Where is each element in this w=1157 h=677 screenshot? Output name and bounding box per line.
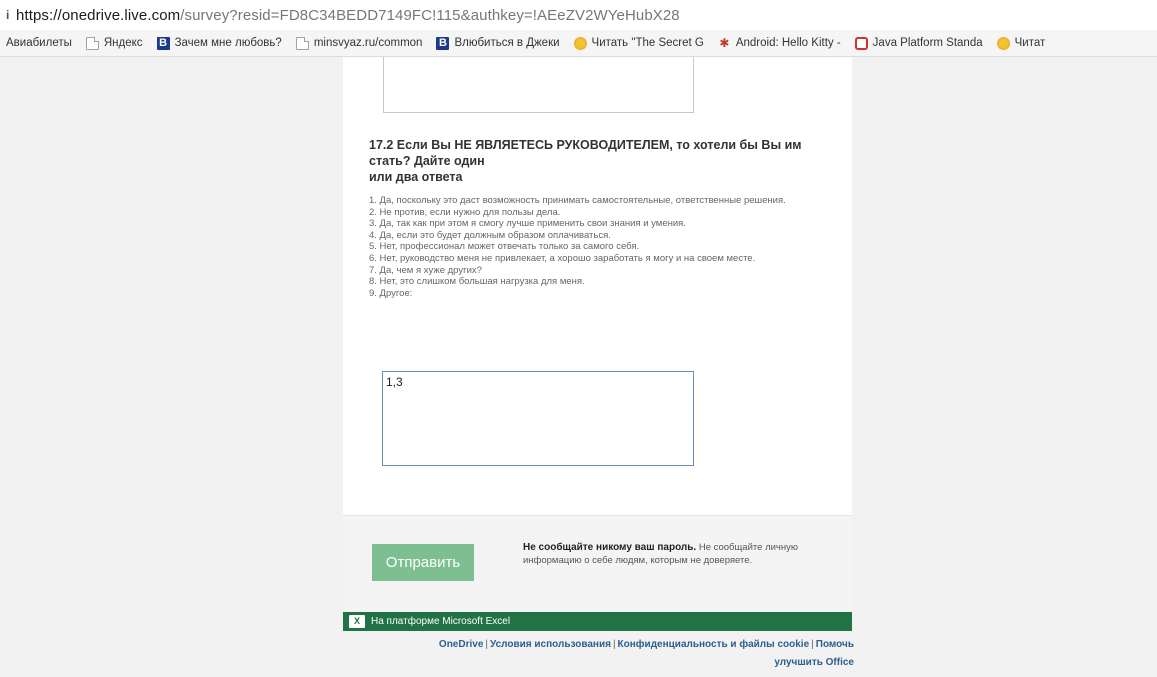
bookmark-label: Влюбиться в Джеки xyxy=(454,37,560,49)
bookmark-label: Авиабилеты xyxy=(6,37,72,49)
reader-icon xyxy=(573,36,587,50)
bookmark-label: Читат xyxy=(1014,37,1046,49)
option-item: 5. Нет, профессионал может отвечать толь… xyxy=(369,241,640,253)
excel-platform-label: На платформе Microsoft Excel xyxy=(371,616,511,627)
b-icon: B xyxy=(436,36,450,50)
bookmark-label: Зачем мне любовь? xyxy=(174,37,282,49)
question-title-line1: 17.2 Если Вы НЕ ЯВЛЯЕТЕСЬ РУКОВОДИТЕЛЕМ,… xyxy=(369,138,802,168)
bookmark-java[interactable]: Java Platform Standa xyxy=(854,36,983,50)
page-icon xyxy=(295,36,309,50)
privacy-link[interactable]: Конфиденциальность и файлы cookie xyxy=(618,639,810,650)
excel-platform-bar: X На платформе Microsoft Excel xyxy=(343,612,852,631)
submit-button[interactable]: Отправить xyxy=(372,544,474,581)
bookmark-label: Яндекс xyxy=(103,37,143,49)
option-item: 9. Другое: xyxy=(369,287,413,299)
info-icon[interactable]: i xyxy=(6,8,16,22)
onedrive-link[interactable]: OneDrive xyxy=(439,639,483,650)
bookmark-label: Java Platform Standa xyxy=(872,37,983,49)
option-list: 1. Да, поскольку это даст возможность пр… xyxy=(369,195,815,299)
option-item: 2. Не против, если нужно для пользы дела… xyxy=(369,206,561,218)
bookmark-android-kitty[interactable]: ✱ Android: Hello Kitty - xyxy=(718,35,841,50)
page-icon xyxy=(85,36,99,50)
bookmark-minsvyaz[interactable]: minsvyaz.ru/common xyxy=(295,36,423,50)
question-title-line2: или два ответа xyxy=(369,170,463,184)
b-icon: B xyxy=(156,36,170,50)
answer-textarea[interactable]: 1,3 xyxy=(382,371,694,466)
separator: | xyxy=(612,639,616,650)
bookmark-chitat-secret[interactable]: Читать "The Secret G xyxy=(573,36,704,50)
excel-icon: X xyxy=(349,615,365,628)
bookmark-zachem[interactable]: B Зачем мне любовь? xyxy=(156,36,282,50)
improve-office-link[interactable]: улучшить Office xyxy=(774,657,854,668)
java-icon xyxy=(854,36,868,50)
option-item: 6. Нет, руководство меня не привлекает, … xyxy=(369,252,756,264)
bookmarks-bar: Авиабилеты Яндекс B Зачем мне любовь? mi… xyxy=(0,30,1157,57)
bookmark-chitat[interactable]: Читат xyxy=(996,36,1046,50)
option-item: 1. Да, поскольку это даст возможность пр… xyxy=(369,195,786,206)
bookmark-vlyubitsya[interactable]: B Влюбиться в Джеки xyxy=(436,36,560,50)
separator: | xyxy=(485,639,488,650)
url-path: /survey?resid=FD8C34BEDD7149FC!115&authk… xyxy=(180,6,680,24)
help-link[interactable]: Помочь xyxy=(816,639,854,650)
separator: | xyxy=(811,639,814,650)
option-item: 3. Да, так как при этом я смогу лучше пр… xyxy=(369,218,686,230)
url-text[interactable]: https://onedrive.live.com/survey?resid=F… xyxy=(16,7,680,24)
option-item: 7. Да, чем я хуже других? xyxy=(369,264,482,276)
bookmark-label: minsvyaz.ru/common xyxy=(313,37,423,49)
submit-area: Отправить Не сообщайте никому ваш пароль… xyxy=(343,515,852,612)
notice-bold: Не сообщайте никому ваш пароль. xyxy=(523,542,697,553)
footer-links: OneDrive | Условия использования | Конфиденц… xyxy=(343,636,854,672)
terms-link[interactable]: Условия использования xyxy=(490,639,611,650)
previous-answer-textarea[interactable] xyxy=(383,57,694,113)
paw-icon: ✱ xyxy=(719,35,730,50)
reader-icon xyxy=(996,36,1010,50)
question-title: 17.2 Если Вы НЕ ЯВЛЯЕТЕСЬ РУКОВОДИТЕЛЕМ,… xyxy=(369,137,809,185)
option-item: 8. Нет, это слишком большая нагрузка для… xyxy=(369,276,585,288)
password-notice: Не сообщайте никому ваш пароль. Не сообщ… xyxy=(523,541,823,567)
option-item: 4. Да, если это будет должным образом оп… xyxy=(369,229,611,241)
bookmark-label: Читать "The Secret G xyxy=(591,37,704,49)
url-host: https://onedrive.live.com xyxy=(16,6,181,24)
survey-form: 17.2 Если Вы НЕ ЯВЛЯЕТЕСЬ РУКОВОДИТЕЛЕМ,… xyxy=(343,57,852,619)
address-bar[interactable]: i https://onedrive.live.com/survey?resid… xyxy=(0,0,1157,30)
bookmark-aviabilety[interactable]: Авиабилеты xyxy=(6,37,72,49)
bookmark-label: Android: Hello Kitty - xyxy=(735,37,841,49)
bookmark-yandex[interactable]: Яндекс xyxy=(85,36,143,50)
